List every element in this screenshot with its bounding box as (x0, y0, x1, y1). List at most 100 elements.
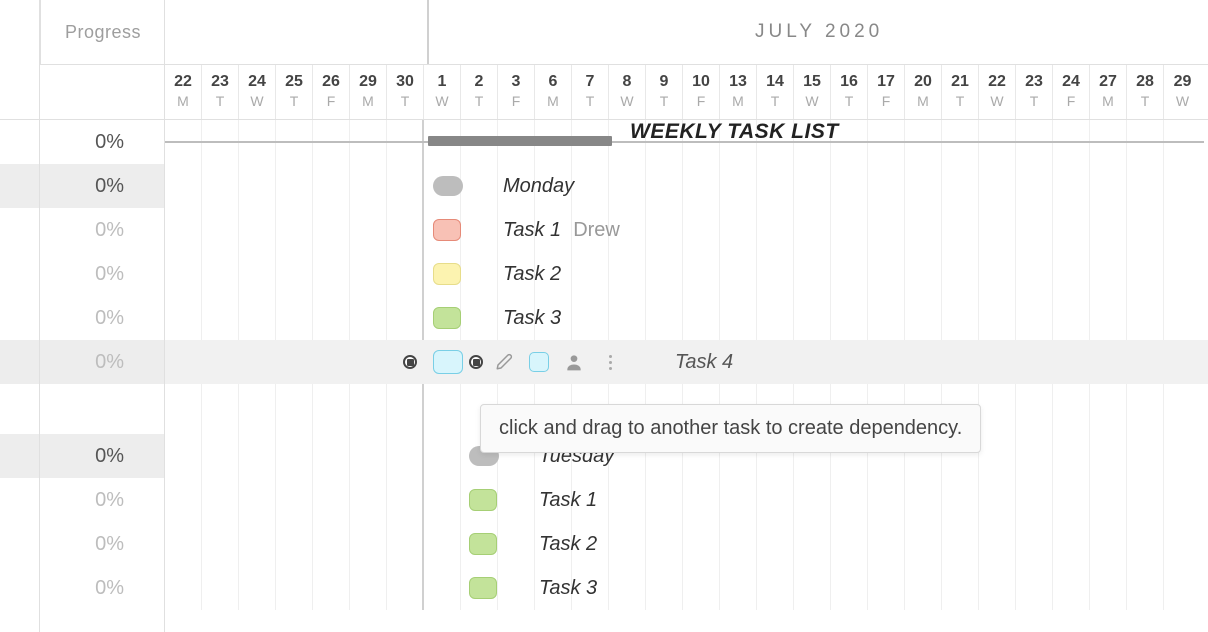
date-number: 22 (979, 73, 1015, 91)
timeline[interactable]: JULY 2020 22M23T24W25T26F29M30T1W2T3F6M7… (165, 0, 1208, 632)
gantt-header-row: WEEKLY TASK LIST (165, 120, 1208, 164)
gantt-row-tue-task2[interactable]: Task 2 (165, 522, 1208, 566)
date-number: 24 (1053, 73, 1089, 91)
date-column: 27M (1090, 65, 1127, 119)
date-weekday: T (646, 93, 682, 109)
date-weekday: T (942, 93, 978, 109)
day-marker-icon[interactable] (433, 176, 463, 196)
progress-cell: 0% (0, 340, 164, 384)
task-toolbar (493, 351, 621, 373)
task-label: Task 1 (539, 489, 597, 512)
date-column: 29M (350, 65, 387, 119)
date-number: 8 (609, 73, 645, 91)
date-number: 30 (387, 73, 423, 91)
date-weekday: T (572, 93, 608, 109)
date-weekday: W (1164, 93, 1201, 109)
date-weekday: T (831, 93, 867, 109)
task-chip[interactable] (433, 263, 461, 285)
gantt-row-task2[interactable]: Task 2 (165, 252, 1208, 296)
date-weekday: W (609, 93, 645, 109)
date-weekday: F (313, 93, 349, 109)
progress-cell: 0% (0, 120, 164, 164)
date-column: 8W (609, 65, 646, 119)
date-weekday: F (1053, 93, 1089, 109)
date-number: 3 (498, 73, 534, 91)
date-weekday: M (535, 93, 571, 109)
more-icon[interactable] (599, 351, 621, 373)
user-icon[interactable] (563, 351, 585, 373)
date-number: 28 (1127, 73, 1163, 91)
date-weekday: W (794, 93, 830, 109)
date-column: 13M (720, 65, 757, 119)
dependency-handle-right[interactable] (469, 355, 483, 369)
date-weekday: T (461, 93, 497, 109)
gantt-row-tue-task1[interactable]: Task 1 (165, 478, 1208, 522)
progress-cell: 0% (0, 208, 164, 252)
date-number: 27 (1090, 73, 1126, 91)
progress-cell (0, 384, 164, 434)
task-label: Task 3 (539, 577, 597, 600)
date-weekday: T (757, 93, 793, 109)
date-weekday: T (276, 93, 312, 109)
date-column: 22M (165, 65, 202, 119)
task-chip[interactable] (469, 533, 497, 555)
date-column: 17 F (868, 65, 905, 119)
date-column: 20M (905, 65, 942, 119)
date-column: 1W (424, 65, 461, 119)
summary-bar[interactable] (428, 136, 612, 146)
task-chip-selected[interactable] (433, 350, 463, 374)
gantt-row-task3[interactable]: Task 3 (165, 296, 1208, 340)
task-chip[interactable] (433, 307, 461, 329)
date-column: 24 F (1053, 65, 1090, 119)
date-number: 15 (794, 73, 830, 91)
task-label: Task 2 (539, 533, 597, 556)
dependency-handle-left[interactable] (403, 355, 417, 369)
date-column: 24W (239, 65, 276, 119)
gantt-row-tue-task3[interactable]: Task 3 (165, 566, 1208, 610)
task-assignee: Drew (573, 219, 620, 242)
date-number: 26 (313, 73, 349, 91)
date-number: 16 (831, 73, 867, 91)
date-column: 16 T (831, 65, 868, 119)
date-number: 1 (424, 73, 460, 91)
gantt-row-monday[interactable]: Monday (165, 164, 1208, 208)
date-weekday: F (868, 93, 904, 109)
date-number: 13 (720, 73, 756, 91)
sidebar-header: Progress (40, 0, 165, 65)
date-number: 2 (461, 73, 497, 91)
task-label: Task 3 (503, 307, 561, 330)
date-weekday: T (387, 93, 423, 109)
edit-icon[interactable] (493, 351, 515, 373)
date-column: 3F (498, 65, 535, 119)
date-number: 23 (202, 73, 238, 91)
gantt-row-task1[interactable]: Task 1 Drew (165, 208, 1208, 252)
date-number: 29 (350, 73, 386, 91)
progress-cell: 0% (0, 522, 164, 566)
dependency-tooltip: click and drag to another task to create… (480, 404, 981, 453)
day-label: Monday (503, 175, 574, 198)
color-picker-icon[interactable] (529, 352, 549, 372)
date-number: 25 (276, 73, 312, 91)
task-label: Task 4 (675, 351, 733, 374)
date-column: 30 T (387, 65, 424, 119)
task-chip[interactable] (433, 219, 461, 241)
gantt-row-task4-selected[interactable]: Task 4 (165, 340, 1208, 384)
date-number: 22 (165, 73, 201, 91)
date-number: 17 (868, 73, 904, 91)
date-weekday: T (1127, 93, 1163, 109)
date-column: 9T (646, 65, 683, 119)
progress-cell: 0% (0, 164, 164, 208)
task-chip[interactable] (469, 577, 497, 599)
date-weekday: M (905, 93, 941, 109)
date-weekday: T (1016, 93, 1052, 109)
date-column: 23 T (202, 65, 239, 119)
progress-cell: 0% (0, 478, 164, 522)
task-label: Task 1 (503, 219, 561, 242)
task-chip[interactable] (469, 489, 497, 511)
date-column: 2T (461, 65, 498, 119)
date-column: 26 F (313, 65, 350, 119)
progress-sidebar: Progress 0%0%0%0%0%0%0%0%0%0% (0, 0, 165, 632)
date-weekday: T (202, 93, 238, 109)
date-number: 23 (1016, 73, 1052, 91)
date-column: 7T (572, 65, 609, 119)
